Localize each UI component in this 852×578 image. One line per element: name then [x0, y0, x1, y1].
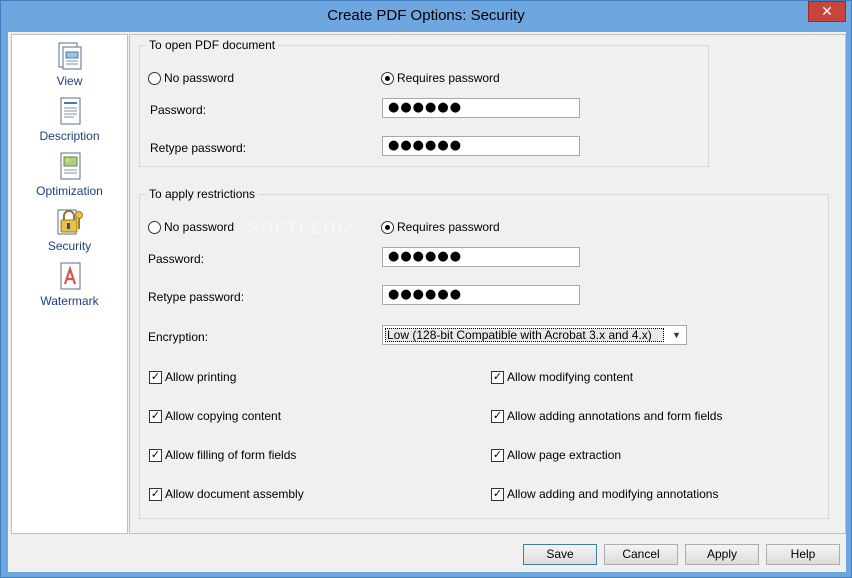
checkbox-label: Allow copying content — [165, 409, 282, 423]
allow-annotations-form-fields-checkbox[interactable]: ✓ Allow adding annotations and form fiel… — [491, 409, 722, 423]
sidebar-item-description[interactable]: Description — [12, 95, 127, 149]
allow-modifying-content-checkbox[interactable]: ✓ Allow modifying content — [491, 370, 633, 384]
window-title: Create PDF Options: Security — [327, 7, 525, 24]
restrictions-group: To apply restrictions No password Requir… — [139, 187, 829, 519]
sidebar-item-view[interactable]: View — [12, 40, 127, 94]
encryption-label: Encryption: — [148, 330, 209, 344]
radio-circle — [381, 71, 394, 85]
radio-circle — [148, 71, 161, 85]
checkbox-box: ✓ — [491, 487, 504, 501]
security-panel: To open PDF document No password Require… — [129, 34, 846, 534]
allow-filling-form-fields-checkbox[interactable]: ✓ Allow filling of form fields — [149, 448, 296, 462]
checkbox-box: ✓ — [491, 448, 504, 462]
restrict-no-password-radio[interactable]: No password — [148, 220, 234, 234]
allow-document-assembly-checkbox[interactable]: ✓ Allow document assembly — [149, 487, 304, 501]
group-title: To open PDF document — [146, 38, 279, 52]
help-button[interactable]: Help — [766, 544, 840, 565]
sidebar-item-label: Optimization — [36, 184, 103, 198]
checkbox-box: ✓ — [149, 487, 162, 501]
sidebar-item-security[interactable]: Security — [12, 205, 127, 259]
encryption-selected-value: Low (128-bit Compatible with Acrobat 3.x… — [385, 328, 664, 342]
restrict-password-field[interactable]: ●●●●●● — [382, 247, 580, 267]
open-retype-field[interactable]: ●●●●●● — [382, 136, 580, 156]
allow-copying-content-checkbox[interactable]: ✓ Allow copying content — [149, 409, 281, 423]
checkbox-box: ✓ — [491, 370, 504, 384]
open-password-group: To open PDF document No password Require… — [139, 38, 709, 167]
sidebar-item-label: Watermark — [40, 294, 99, 308]
softpedia-watermark: SOFTPEDIA — [248, 220, 357, 237]
apply-button[interactable]: Apply — [685, 544, 759, 565]
security-icon — [57, 209, 83, 235]
checkbox-box: ✓ — [149, 370, 162, 384]
chevron-down-icon[interactable]: ▼ — [667, 326, 686, 344]
sidebar-item-label: Description — [39, 129, 100, 143]
restrict-requires-password-radio[interactable]: Requires password — [381, 220, 500, 234]
sidebar-item-label: View — [56, 74, 83, 88]
view-icon — [58, 42, 81, 70]
checkbox-label: Allow adding annotations and form fields — [507, 409, 723, 423]
allow-printing-checkbox[interactable]: ✓ Allow printing — [149, 370, 236, 384]
group-title: To apply restrictions — [146, 187, 259, 201]
optimization-icon — [60, 152, 80, 180]
close-button[interactable]: ✕ — [808, 1, 846, 22]
button-bar: Save Cancel Apply Help — [8, 536, 846, 572]
close-icon: ✕ — [821, 3, 833, 19]
sidebar-item-label: Security — [47, 239, 92, 253]
radio-circle — [381, 220, 394, 234]
description-icon — [60, 97, 80, 125]
cancel-button[interactable]: Cancel — [604, 544, 678, 565]
watermark-icon — [60, 262, 80, 290]
checkbox-box: ✓ — [149, 409, 162, 423]
open-retype-label: Retype password: — [150, 141, 247, 155]
radio-circle — [148, 220, 161, 234]
open-password-field[interactable]: ●●●●●● — [382, 98, 580, 118]
dialog-window: Create PDF Options: Security ✕ View Desc… — [0, 0, 852, 578]
checkbox-label: Allow filling of form fields — [165, 448, 297, 462]
checkbox-label: Allow document assembly — [165, 487, 304, 501]
restrict-retype-field[interactable]: ●●●●●● — [382, 285, 580, 305]
sidebar-item-optimization[interactable]: Optimization — [12, 150, 127, 204]
dialog-client: View Description Optimization Security W… — [8, 32, 846, 572]
checkbox-label: Allow page extraction — [507, 448, 622, 462]
sidebar-item-watermark[interactable]: Watermark — [12, 260, 127, 314]
checkbox-box: ✓ — [149, 448, 162, 462]
open-password-label: Password: — [150, 103, 207, 117]
encryption-select[interactable]: Low (128-bit Compatible with Acrobat 3.x… — [382, 325, 687, 345]
title-bar[interactable]: Create PDF Options: Security ✕ — [1, 1, 851, 32]
checkbox-label: Allow adding and modifying annotations — [507, 487, 719, 501]
radio-label: Requires password — [397, 220, 500, 234]
restrict-retype-label: Retype password: — [148, 290, 245, 304]
open-no-password-radio[interactable]: No password — [148, 71, 234, 85]
open-requires-password-radio[interactable]: Requires password — [381, 71, 500, 85]
allow-modifying-annotations-checkbox[interactable]: ✓ Allow adding and modifying annotations — [491, 487, 718, 501]
category-sidebar: View Description Optimization Security W… — [11, 34, 128, 534]
radio-label: Requires password — [397, 71, 500, 85]
allow-page-extraction-checkbox[interactable]: ✓ Allow page extraction — [491, 448, 621, 462]
checkbox-label: Allow modifying content — [507, 370, 634, 384]
checkbox-label: Allow printing — [165, 370, 237, 384]
restrict-password-label: Password: — [148, 252, 205, 266]
checkbox-box: ✓ — [491, 409, 504, 423]
radio-label: No password — [164, 71, 235, 85]
save-button[interactable]: Save — [523, 544, 597, 565]
radio-label: No password — [164, 220, 235, 234]
